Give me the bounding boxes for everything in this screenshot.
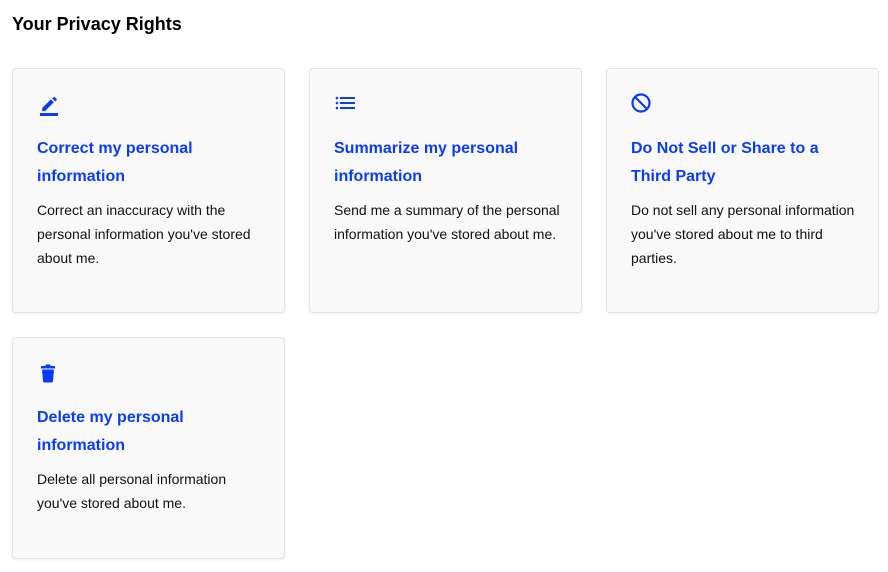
card-summarize-info[interactable]: Summarize my personal information Send m… xyxy=(309,68,582,313)
card-title: Correct my personal information xyxy=(37,140,193,185)
page-title: Your Privacy Rights xyxy=(12,14,182,34)
card-do-not-sell[interactable]: Do Not Sell or Share to a Third Party Do… xyxy=(606,68,879,313)
edit-pencil-icon xyxy=(37,93,61,117)
trash-icon xyxy=(37,362,61,386)
card-delete-info[interactable]: Delete my personal information Delete al… xyxy=(12,337,285,559)
card-title: Summarize my personal information xyxy=(334,140,519,185)
card-description: Do not sell any personal information you… xyxy=(631,202,855,266)
card-correct-info[interactable]: Correct my personal information Correct … xyxy=(12,68,285,313)
card-title: Do Not Sell or Share to a Third Party xyxy=(631,140,819,185)
block-icon xyxy=(631,93,655,117)
card-description: Send me a summary of the personal inform… xyxy=(334,202,560,242)
card-title: Delete my personal information xyxy=(37,409,184,454)
card-description: Delete all personal information you've s… xyxy=(37,471,227,511)
card-description: Correct an inaccuracy with the personal … xyxy=(37,202,251,266)
list-icon xyxy=(334,93,358,117)
